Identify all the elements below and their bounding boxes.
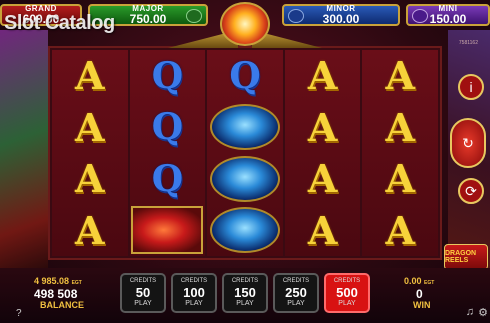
dragon-head-icon (186, 9, 202, 23)
reel-cell: A (362, 205, 438, 257)
symbol-a: A (307, 104, 338, 150)
win-secondary-value: 0.00 (404, 276, 422, 286)
reel-cell: Q (207, 50, 283, 102)
bet-credits-label: CREDITS (333, 278, 361, 284)
blue-dragon-symbol-icon (209, 104, 280, 151)
game-logo: DRAGON REELS (444, 244, 488, 270)
bet-play-label: PLAY (338, 300, 356, 307)
jackpot-major-value: 750.00 (129, 12, 167, 26)
reel-cell: A (362, 50, 438, 102)
bet-credits-label: CREDITS (129, 278, 157, 284)
win-credits: 0 (416, 287, 423, 301)
bet-credits-label: CREDITS (282, 278, 310, 284)
dragon-head-icon (288, 9, 304, 23)
symbol-q: Q (151, 54, 184, 97)
bet-button-500[interactable]: CREDITS 500 PLAY (324, 273, 370, 313)
symbol-a: A (75, 53, 105, 99)
reel-cell: A (52, 153, 128, 205)
symbol-a: A (307, 207, 338, 253)
symbol-a: A (385, 53, 415, 99)
bet-button-100[interactable]: CREDITS 100 PLAY (171, 273, 217, 313)
reel-cell: A (52, 50, 128, 102)
reel-cell: A (285, 50, 361, 102)
reel-cell: A (285, 102, 361, 154)
info-icon: i (469, 79, 473, 95)
dragon-head-icon (412, 9, 428, 23)
reel-2: QQQ (129, 50, 206, 257)
help-icon[interactable]: ? (16, 308, 22, 319)
left-dragon-art (0, 30, 48, 270)
reel-1: AAAA (52, 50, 128, 256)
reel-cell: A (362, 153, 438, 205)
bet-value: 500 (336, 285, 358, 300)
spin-button[interactable]: ↻ (450, 118, 486, 168)
reel-cell (207, 102, 283, 154)
music-icon[interactable]: ♫ (466, 306, 474, 318)
balance-credits: 498 508 (34, 287, 78, 301)
reel-cell (207, 153, 283, 205)
symbol-a: A (75, 104, 105, 150)
bet-play-label: PLAY (287, 300, 305, 307)
bet-button-50[interactable]: CREDITS 50 PLAY (120, 273, 166, 313)
symbol-a: A (307, 53, 338, 99)
balance-secondary: 4 985.08 EGT (34, 276, 82, 286)
reel-cell: Q (130, 153, 206, 205)
blue-dragon-symbol-icon (209, 207, 280, 254)
reel-4: AAAA (284, 50, 361, 257)
balance-label: BALANCE (40, 300, 84, 310)
symbol-a: A (307, 156, 338, 202)
autoplay-button[interactable]: ⟳ (458, 178, 484, 204)
reel-5: AAAA (362, 50, 438, 256)
info-button[interactable]: i (458, 74, 484, 100)
bet-value: 100 (183, 285, 205, 300)
symbol-q: Q (229, 54, 261, 97)
bet-value: 150 (234, 285, 256, 300)
game-id: 7581162 (458, 40, 478, 46)
bet-button-250[interactable]: CREDITS 250 PLAY (273, 273, 319, 313)
reel-cell: A (362, 102, 438, 154)
jackpot-mini-value: 150.00 (429, 12, 467, 26)
balance-secondary-value: 4 985.08 (34, 276, 70, 286)
reel-cell: A (285, 153, 361, 205)
game-screen: GRAND 600.00 MAJOR 750.00 MINOR 300.00 M… (0, 0, 490, 323)
jackpot-minor: MINOR 300.00 (282, 4, 400, 26)
blue-dragon-symbol-icon (209, 155, 280, 202)
bet-play-label: PLAY (134, 300, 152, 307)
reel-cell: Q (130, 102, 206, 154)
balance-unit: EGT (71, 280, 82, 286)
reel-cell (207, 205, 283, 257)
symbol-a: A (75, 156, 105, 202)
bet-credits-label: CREDITS (180, 278, 208, 284)
symbol-q: Q (151, 106, 184, 149)
jackpot-mini: MINI 150.00 (406, 4, 490, 26)
bet-play-label: PLAY (185, 300, 203, 307)
reel-3: Q (207, 50, 283, 256)
symbol-a: A (75, 207, 105, 253)
reel-cell: A (52, 102, 128, 154)
spin-icon: ↻ (462, 134, 474, 151)
reel-cell: Q (130, 50, 206, 102)
win-unit: EGT (424, 280, 435, 286)
bet-value: 50 (135, 285, 151, 300)
jackpot-minor-value: 300.00 (322, 12, 360, 26)
bet-value: 250 (285, 285, 307, 300)
bet-play-label: PLAY (236, 300, 254, 307)
autoplay-icon: ⟳ (465, 182, 477, 199)
symbol-a: A (385, 156, 415, 202)
bet-button-150[interactable]: CREDITS 150 PLAY (222, 273, 268, 313)
fire-orb-icon (220, 2, 270, 46)
watermark: Slot Catalog (4, 12, 115, 34)
red-dragon-symbol-icon (131, 206, 204, 255)
win-secondary: 0.00 EGT (404, 276, 434, 286)
symbol-a: A (385, 104, 415, 150)
bet-credits-label: CREDITS (231, 278, 259, 284)
gear-icon[interactable]: ⚙ (478, 306, 488, 319)
win-label: WIN (413, 300, 431, 310)
reel-grid: AAAAQQQQAAAAAAAA (48, 46, 442, 260)
symbol-q: Q (151, 157, 184, 200)
symbol-a: A (385, 207, 415, 253)
reel-cell (130, 205, 206, 257)
reel-cell: A (52, 205, 128, 257)
reel-cell: A (285, 205, 361, 257)
